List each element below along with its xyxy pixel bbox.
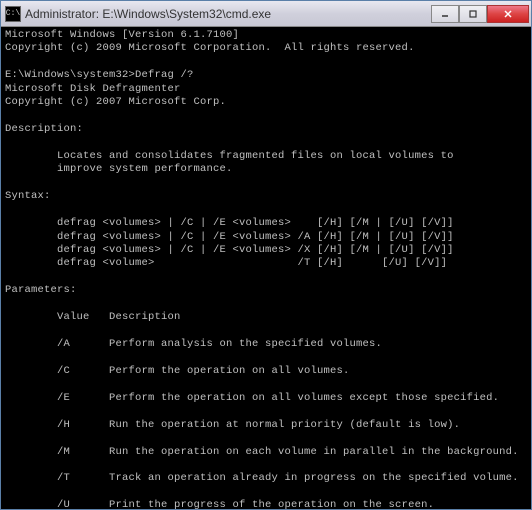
app-icon: C:\ bbox=[5, 6, 21, 22]
terminal-text: Microsoft Windows [Version 6.1.7100] Cop… bbox=[5, 29, 519, 509]
close-button[interactable] bbox=[487, 5, 529, 23]
titlebar[interactable]: C:\ Administrator: E:\Windows\System32\c… bbox=[1, 1, 531, 27]
minimize-button[interactable] bbox=[431, 5, 459, 23]
maximize-icon bbox=[468, 9, 478, 19]
cmd-window: C:\ Administrator: E:\Windows\System32\c… bbox=[0, 0, 532, 510]
window-title: Administrator: E:\Windows\System32\cmd.e… bbox=[25, 7, 431, 21]
close-icon bbox=[503, 9, 513, 19]
maximize-button[interactable] bbox=[459, 5, 487, 23]
window-buttons bbox=[431, 5, 529, 23]
terminal-output[interactable]: Microsoft Windows [Version 6.1.7100] Cop… bbox=[1, 27, 531, 509]
minimize-icon bbox=[440, 9, 450, 19]
